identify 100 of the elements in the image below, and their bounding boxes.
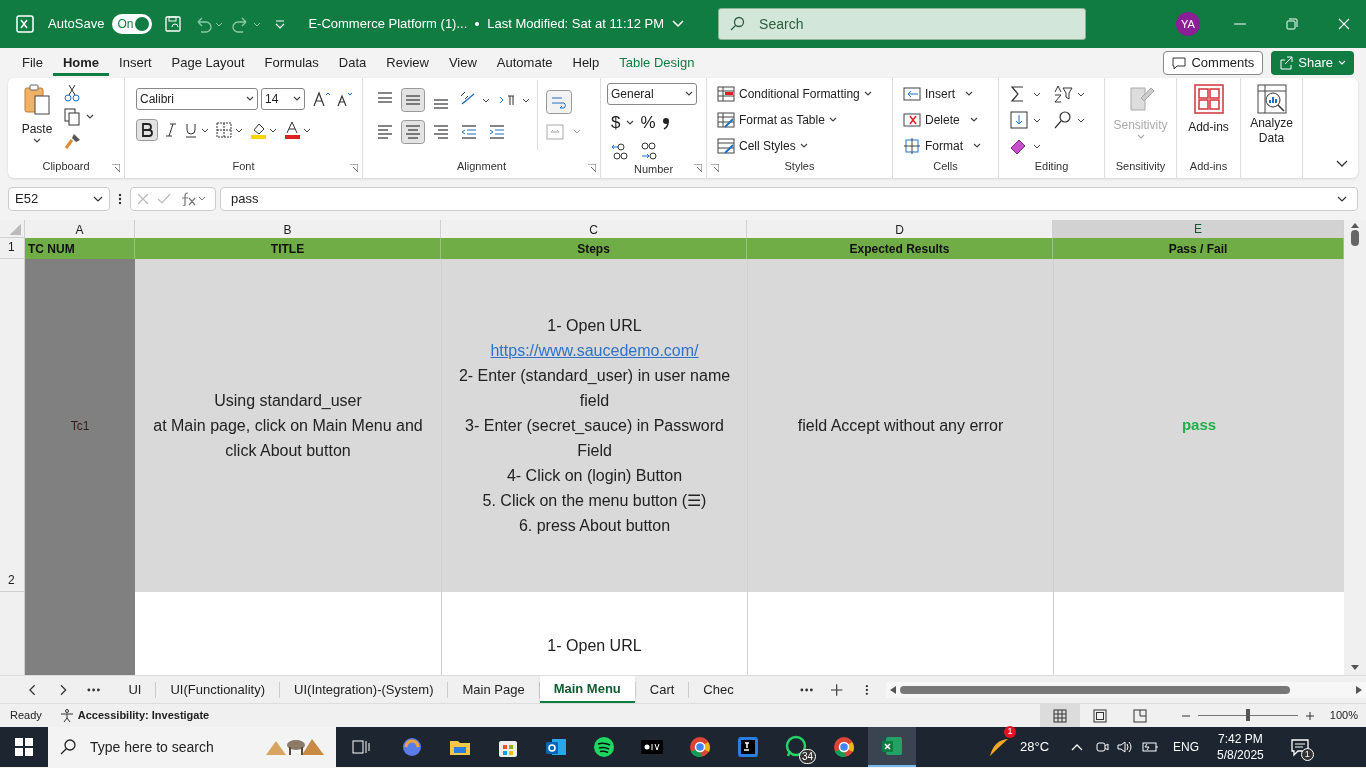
chevron-up-icon[interactable] [1071, 743, 1084, 751]
dialog-launcher-icon[interactable] [588, 164, 596, 172]
ribbon-tab[interactable]: Insert [109, 50, 162, 76]
scissors-icon[interactable] [64, 84, 80, 102]
percent-button[interactable]: % [640, 110, 656, 136]
paste-button[interactable]: Paste [20, 84, 54, 158]
ribbon-tab[interactable]: Help [562, 50, 610, 76]
share-button[interactable]: Share [1271, 51, 1354, 75]
formula-input[interactable]: pass [220, 187, 1358, 211]
scroll-right-icon[interactable] [1356, 685, 1362, 694]
format-cells-button[interactable]: Format [903, 136, 981, 156]
more-sheets-icon[interactable] [800, 687, 814, 692]
decrease-decimal-icon[interactable] [639, 140, 657, 161]
currency-button[interactable]: $ [611, 110, 635, 136]
sheet-tab[interactable]: UI(Integration)-(System) [280, 676, 448, 703]
analyze-data-button[interactable]: Analyze Data [1241, 78, 1302, 178]
close-icon[interactable] [1338, 18, 1350, 30]
copy-icon[interactable] [64, 108, 80, 126]
app-icon[interactable] [592, 735, 616, 759]
more-sheets-icon[interactable] [87, 687, 101, 692]
browser-icon[interactable] [832, 735, 856, 759]
increase-font-size-icon[interactable] [312, 90, 332, 108]
cell-styles-button[interactable]: Cell Styles [717, 136, 872, 156]
comma-style-icon[interactable] [661, 115, 670, 130]
dialog-launcher-icon[interactable] [694, 164, 702, 172]
zoom-in-icon[interactable] [1305, 711, 1314, 720]
more-options-icon[interactable] [118, 193, 122, 205]
font-name-dropdown[interactable]: Calibri [136, 88, 258, 110]
weather-icon[interactable] [988, 736, 1010, 758]
ribbon-tab[interactable]: Formulas [254, 50, 329, 76]
scroll-left-icon[interactable] [28, 683, 36, 696]
sheet-tab[interactable]: Main Menu [539, 676, 635, 703]
ribbon-tab[interactable]: View [438, 50, 487, 76]
ribbon-tab[interactable]: Page Layout [161, 50, 255, 76]
autosave-toggle[interactable]: On [112, 14, 153, 34]
restore-icon[interactable] [1286, 18, 1298, 30]
browser-icon[interactable] [688, 735, 712, 759]
chevron-down-icon[interactable] [86, 114, 94, 120]
wrap-text-icon[interactable] [546, 90, 572, 114]
search-field[interactable]: Search [718, 8, 1087, 40]
search-icon[interactable] [1053, 110, 1087, 130]
fill-color-icon[interactable] [250, 121, 278, 139]
font-size-dropdown[interactable]: 14 [261, 88, 305, 110]
fill-icon[interactable] [1009, 110, 1043, 130]
sheet-tab[interactable]: Main Page [448, 676, 539, 703]
more-options-icon[interactable] [864, 683, 869, 696]
add-sheet-icon[interactable] [831, 683, 843, 696]
scroll-down-icon[interactable] [1351, 665, 1359, 671]
collapse-ribbon-icon[interactable] [1336, 160, 1348, 168]
autosum-icon[interactable] [1009, 84, 1043, 104]
accessibility-button[interactable]: Accessibility: Investigate [59, 707, 210, 724]
battery-icon[interactable] [1141, 741, 1160, 753]
redo-icon[interactable] [232, 15, 263, 33]
zoom-level[interactable]: 100% [1329, 707, 1358, 724]
sheet-tab[interactable]: Cart [635, 676, 689, 703]
font-color-icon[interactable] [284, 121, 312, 139]
scroll-thumb[interactable] [900, 685, 1291, 694]
sheet-tab[interactable]: UI(Functionality) [156, 676, 280, 703]
notifications-icon[interactable] [1289, 737, 1310, 757]
center-align-icon[interactable] [401, 120, 425, 144]
temperature-text[interactable]: 28°C [1020, 737, 1050, 757]
ribbon-tab[interactable]: Data [328, 50, 377, 76]
format-as-table-button[interactable]: Format as Table [717, 110, 872, 130]
scroll-thumb[interactable] [1351, 230, 1359, 246]
scroll-right-icon[interactable] [59, 683, 68, 696]
scroll-left-icon[interactable] [890, 685, 897, 694]
increase-decimal-icon[interactable] [611, 140, 629, 161]
camera-icon[interactable] [1095, 740, 1110, 754]
language-indicator[interactable]: ENG [1173, 738, 1200, 756]
avatar[interactable]: YA [1176, 12, 1200, 36]
conditional-formatting-button[interactable]: Conditional Formatting [717, 84, 872, 104]
ribbon-tab[interactable]: Automate [486, 50, 563, 76]
dialog-launcher-icon[interactable] [112, 164, 120, 172]
sort-filter-icon[interactable] [1053, 84, 1087, 104]
sheet-tab[interactable]: UI [114, 676, 156, 703]
task-view-icon[interactable] [352, 738, 370, 756]
middle-align-icon[interactable] [401, 88, 425, 112]
app-icon[interactable] [736, 735, 760, 759]
borders-icon[interactable] [216, 122, 244, 138]
underline-icon[interactable] [184, 122, 210, 138]
zoom-slider-thumb[interactable] [1245, 709, 1250, 721]
app-icon[interactable] [400, 735, 424, 759]
zoom-out-icon[interactable] [1181, 714, 1190, 717]
ribbon-tab[interactable]: File [12, 50, 53, 76]
save-icon[interactable] [164, 15, 183, 33]
insert-function-icon[interactable] [179, 192, 207, 206]
ribbon-tab[interactable]: Table Design [609, 50, 705, 76]
sheet-tab[interactable]: Chec [689, 676, 748, 703]
spreadsheet-icon[interactable] [880, 734, 904, 758]
scroll-up-icon[interactable] [1351, 222, 1359, 228]
comments-button[interactable]: Comments [1163, 51, 1264, 75]
italic-icon[interactable] [164, 122, 178, 138]
checkmark-icon[interactable] [157, 193, 171, 205]
delete-cells-button[interactable]: Delete [903, 110, 981, 130]
dialog-launcher-icon[interactable] [350, 164, 358, 172]
speaker-icon[interactable] [1117, 740, 1134, 754]
customize-toolbar-icon[interactable] [274, 18, 287, 30]
decrease-font-size-icon[interactable] [335, 90, 353, 108]
number-format-dropdown[interactable]: General [607, 83, 697, 105]
ribbon-tab[interactable]: Review [376, 50, 439, 76]
